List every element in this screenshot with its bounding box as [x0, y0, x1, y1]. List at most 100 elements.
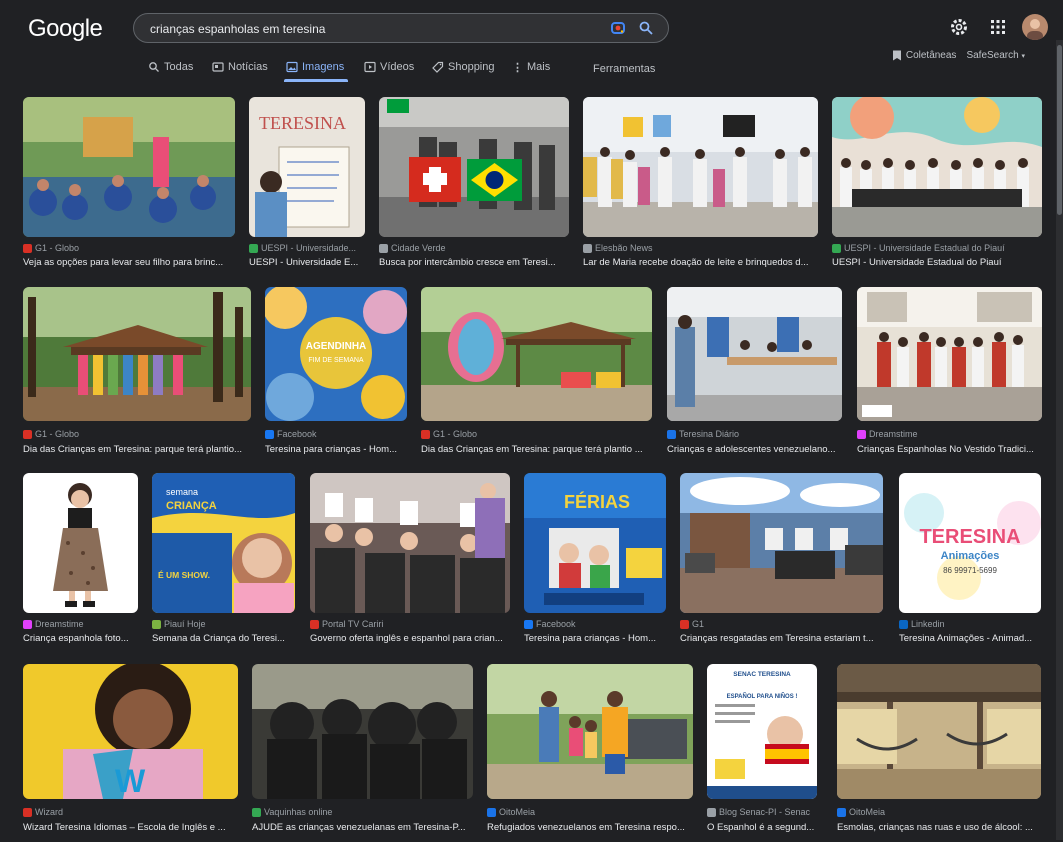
- result-thumbnail[interactable]: W: [23, 664, 238, 799]
- result-title[interactable]: Teresina para crianças - Hom...: [265, 444, 407, 455]
- image-result[interactable]: TERESINA UESPI - Universidade... UESPI -…: [249, 97, 365, 272]
- tab-shopping[interactable]: Shopping: [432, 57, 495, 77]
- result-title[interactable]: Crianças resgatadas em Teresina estariam…: [680, 633, 883, 644]
- result-thumbnail[interactable]: [583, 97, 818, 237]
- result-title[interactable]: Busca por intercâmbio cresce em Teresi..…: [379, 257, 569, 268]
- result-thumbnail[interactable]: [23, 287, 251, 421]
- tab-all[interactable]: Todas: [148, 57, 193, 77]
- eshow-text: É UM SHOW.: [158, 570, 210, 580]
- result-title[interactable]: Veja as opções para levar seu filho para…: [23, 257, 235, 268]
- result-thumbnail[interactable]: TERESINA: [249, 97, 365, 237]
- source-label: Facebook: [277, 429, 317, 439]
- image-result[interactable]: AGENDINHA FIM DE SEMANA Facebook Teresin…: [265, 287, 407, 459]
- result-thumbnail[interactable]: FÉRIAS: [524, 473, 666, 613]
- tab-videos[interactable]: Vídeos: [364, 57, 414, 77]
- result-thumbnail[interactable]: SENAC TERESINA ESPAÑOL PARA NIÑOS !: [707, 664, 817, 799]
- result-title[interactable]: Semana da Criança do Teresi...: [152, 633, 295, 644]
- result-thumbnail[interactable]: [23, 473, 138, 613]
- image-result[interactable]: G1 - Globo Veja as opções para levar seu…: [23, 97, 235, 272]
- tools-button[interactable]: Ferramentas: [593, 59, 655, 79]
- result-thumbnail[interactable]: [667, 287, 842, 421]
- source-label: UESPI - Universidade Estadual do Piauí: [844, 243, 1005, 253]
- top-bar: Google: [0, 0, 1063, 55]
- result-title[interactable]: Crianças Espanholas No Vestido Tradici..…: [857, 444, 1042, 455]
- result-thumbnail[interactable]: AGENDINHA FIM DE SEMANA: [265, 287, 407, 421]
- settings-gear-icon[interactable]: [948, 16, 970, 38]
- image-result[interactable]: Dreamstime Criança espanhola foto...: [23, 473, 138, 648]
- search-input[interactable]: [148, 20, 592, 38]
- search-icon[interactable]: [638, 20, 654, 36]
- image-result[interactable]: Cidade Verde Busca por intercâmbio cresc…: [379, 97, 569, 272]
- result-thumbnail[interactable]: TERESINA Animações 86 99971-5699: [899, 473, 1041, 613]
- google-logo[interactable]: Google: [28, 15, 103, 43]
- scrollbar-thumb[interactable]: [1057, 45, 1062, 215]
- search-box[interactable]: [133, 13, 669, 43]
- result-title[interactable]: Esmolas, crianças nas ruas e uso de álco…: [837, 822, 1041, 833]
- result-title[interactable]: Dia das Crianças em Teresina: parque ter…: [421, 444, 652, 455]
- page-scrollbar[interactable]: [1056, 40, 1063, 840]
- result-title[interactable]: AJUDE as crianças venezuelanas em Teresi…: [252, 822, 473, 833]
- apps-grid-icon[interactable]: [987, 16, 1009, 38]
- result-thumbnail[interactable]: [487, 664, 693, 799]
- tab-news[interactable]: Notícias: [212, 57, 268, 77]
- result-title[interactable]: UESPI - Universidade Estadual do Piauí: [832, 257, 1042, 268]
- result-title[interactable]: Crianças e adolescentes venezuelano...: [667, 444, 842, 455]
- image-result[interactable]: Portal TV Cariri Governo oferta inglês e…: [310, 473, 510, 648]
- image-result[interactable]: SENAC TERESINA ESPAÑOL PARA NIÑOS ! Blog…: [707, 664, 817, 836]
- result-thumbnail[interactable]: [680, 473, 883, 613]
- image-result[interactable]: Elesbão News Lar de Maria recebe doação …: [583, 97, 818, 272]
- animacoes-text: Animações: [941, 550, 1000, 562]
- result-title[interactable]: Refugiados venezuelanos em Teresina resp…: [487, 822, 693, 833]
- favicon-icon: [252, 807, 261, 817]
- result-thumbnail[interactable]: [379, 97, 569, 237]
- favicon-icon: [249, 243, 258, 253]
- result-thumbnail[interactable]: [421, 287, 652, 421]
- result-title[interactable]: Teresina Animações - Animad...: [899, 633, 1041, 644]
- result-thumbnail[interactable]: [310, 473, 510, 613]
- image-result[interactable]: G1 - Globo Dia das Crianças em Teresina:…: [421, 287, 652, 459]
- result-title[interactable]: Dia das Crianças em Teresina: parque ter…: [23, 444, 251, 455]
- result-title[interactable]: UESPI - Universidade E...: [249, 257, 365, 268]
- account-avatar[interactable]: [1022, 14, 1048, 40]
- caret-down-icon: ▾: [1021, 53, 1025, 60]
- tab-label: Todas: [164, 61, 194, 73]
- result-thumbnail[interactable]: [832, 97, 1042, 237]
- result-thumbnail[interactable]: [23, 97, 235, 237]
- image-result[interactable]: Vaquinhas online AJUDE as crianças venez…: [252, 664, 473, 836]
- image-result[interactable]: G1 - Globo Dia das Crianças em Teresina:…: [23, 287, 251, 459]
- collections-link[interactable]: Coletâneas: [892, 50, 956, 61]
- safesearch-button[interactable]: SafeSearch ▾: [966, 50, 1025, 61]
- result-title[interactable]: Lar de Maria recebe doação de leite e br…: [583, 257, 818, 268]
- result-thumbnail[interactable]: [252, 664, 473, 799]
- favicon-icon: [899, 619, 908, 629]
- tab-images[interactable]: Imagens: [286, 57, 344, 77]
- image-result[interactable]: TERESINA Animações 86 99971-5699 Linkedi…: [899, 473, 1041, 648]
- result-title[interactable]: Wizard Teresina Idiomas – Escola de Ingl…: [23, 822, 238, 833]
- wizard-logo-text: W: [115, 763, 146, 799]
- image-result[interactable]: W Wizard Wizard Teresina Idiomas – Escol…: [23, 664, 238, 836]
- agendinha-text: AGENDINHA: [306, 341, 367, 352]
- result-thumbnail[interactable]: [837, 664, 1041, 799]
- tag-icon: [432, 61, 444, 73]
- result-title[interactable]: Teresina para crianças - Hom...: [524, 633, 666, 644]
- result-title[interactable]: Governo oferta inglês e espanhol para cr…: [310, 633, 510, 644]
- image-result[interactable]: FÉRIAS Facebook Teresina para crianças -…: [524, 473, 666, 648]
- image-result[interactable]: G1 Crianças resgatadas em Teresina estar…: [680, 473, 883, 648]
- image-result[interactable]: OitoMeia Esmolas, crianças nas ruas e us…: [837, 664, 1041, 836]
- image-result[interactable]: Dreamstime Crianças Espanholas No Vestid…: [857, 287, 1042, 459]
- google-lens-icon[interactable]: [610, 20, 626, 36]
- image-result[interactable]: UESPI - Universidade Estadual do Piauí U…: [832, 97, 1042, 272]
- image-result[interactable]: OitoMeia Refugiados venezuelanos em Tere…: [487, 664, 693, 836]
- source-label: G1: [692, 619, 705, 629]
- search-icon: [149, 62, 159, 72]
- active-tab-indicator: [284, 79, 348, 82]
- senac-sub-text: ESPAÑOL PARA NIÑOS !: [727, 693, 798, 700]
- tab-more[interactable]: ⋮ Mais: [512, 57, 550, 77]
- result-thumbnail[interactable]: [857, 287, 1042, 421]
- result-thumbnail[interactable]: semana CRIANÇA É UM SHOW.: [152, 473, 295, 613]
- image-result[interactable]: Teresina Diário Crianças e adolescentes …: [667, 287, 842, 459]
- image-result[interactable]: semana CRIANÇA É UM SHOW. Piauí Hoje Sem…: [152, 473, 295, 648]
- source-label: Facebook: [536, 619, 576, 629]
- result-title[interactable]: O Espanhol é a segund...: [707, 822, 817, 833]
- result-title[interactable]: Criança espanhola foto...: [23, 633, 138, 644]
